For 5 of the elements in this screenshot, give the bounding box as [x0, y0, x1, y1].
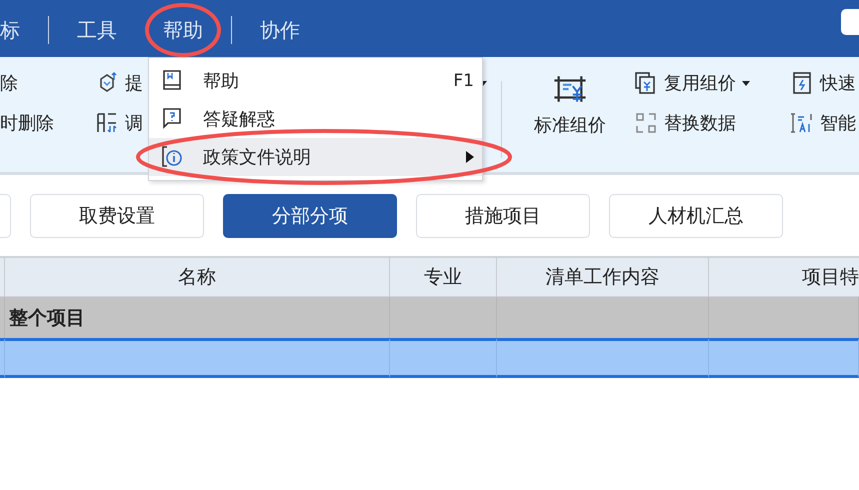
column-header: 专业 — [390, 256, 497, 297]
column-header: 项目特 — [709, 256, 859, 297]
table-cell: 整个项目 — [5, 297, 390, 338]
column-header: 清单工作内容 — [497, 256, 709, 297]
column-header: 名称 — [5, 256, 390, 297]
